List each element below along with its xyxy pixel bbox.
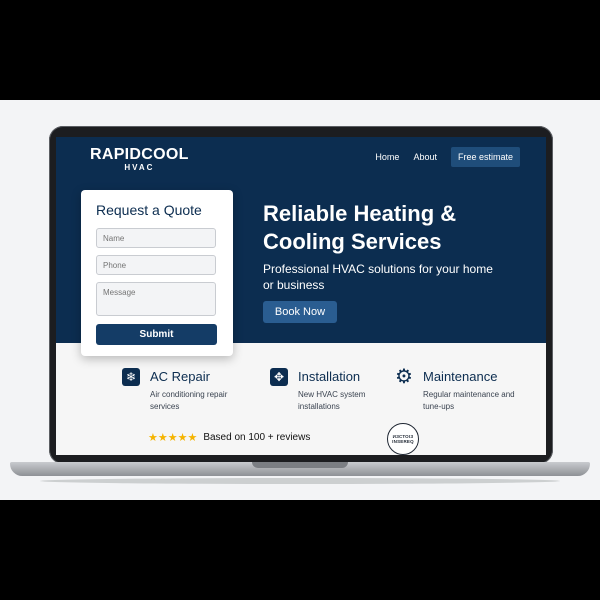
laptop-shadow [40, 478, 560, 484]
brand-logo[interactable]: RAPIDCOOL HVAC [90, 146, 189, 172]
service-description: Regular maintenance and tune-ups [423, 390, 515, 411]
submit-button[interactable]: Submit [96, 324, 217, 345]
certification-badge: ИЗСТОІЗ INSEREQ [387, 423, 419, 455]
hero-subheadline: Professional HVAC solutions for your hom… [263, 262, 493, 292]
brand-name: RAPIDCOOL [90, 146, 189, 163]
hero-headline: Reliable Heating & Cooling Services [263, 201, 457, 254]
nav-about-link[interactable]: About [413, 152, 437, 162]
service-description: Air conditioning repair services [150, 390, 228, 411]
phone-input[interactable] [96, 255, 216, 275]
fan-icon: ✥ [270, 368, 288, 386]
book-now-button[interactable]: Book Now [263, 301, 337, 323]
snowflake-icon: ❄ [122, 368, 140, 386]
top-letterbox [0, 0, 600, 100]
quote-form-title: Request a Quote [96, 202, 202, 218]
laptop-screen: RAPIDCOOL HVAC Home About Free estimate … [56, 137, 546, 455]
bottom-letterbox [0, 500, 600, 600]
service-title: AC Repair [150, 369, 210, 384]
service-title: Installation [298, 369, 361, 384]
top-nav: Home About Free estimate [375, 147, 520, 167]
brand-subtitle: HVAC [124, 163, 155, 172]
rating-text: Based on 100 + reviews [203, 432, 311, 443]
laptop-notch [252, 462, 348, 468]
service-description: New HVAC system installations [298, 390, 366, 411]
nav-home-link[interactable]: Home [375, 152, 399, 162]
gear-icon: ⚙ [395, 366, 413, 388]
service-title: Maintenance [423, 369, 498, 384]
message-input[interactable] [96, 282, 216, 316]
star-rating-icons: ★★★★★ [148, 432, 198, 444]
quote-form-card: Request a Quote Submit [81, 190, 233, 356]
reviews-rating: ★★★★★ Based on 100 + reviews [148, 431, 310, 444]
free-estimate-button[interactable]: Free estimate [450, 147, 520, 167]
name-input[interactable] [96, 228, 216, 248]
